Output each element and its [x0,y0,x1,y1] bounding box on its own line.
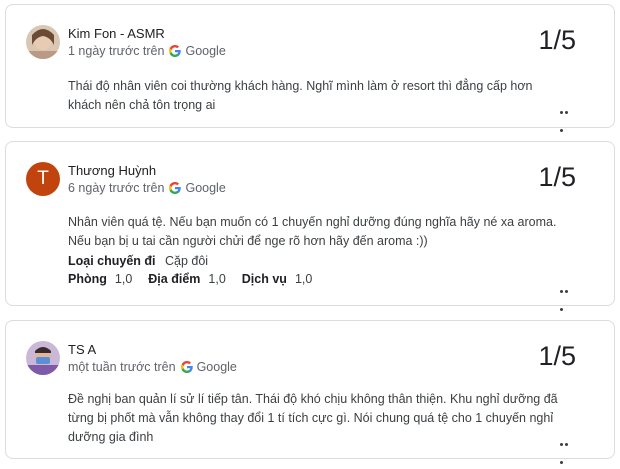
avatar[interactable] [26,25,60,59]
review-text: Thái độ nhân viên coi thường khách hàng.… [68,79,533,112]
subrating-value: 1,0 [208,272,226,286]
more-options-icon[interactable] [560,280,574,311]
review-rating: 1/5 [538,162,576,192]
subrating-room: Phòng 1,0 [68,272,132,286]
review-card: TS A một tuần trước trên Google 1/5 Đề n… [5,320,615,464]
review-card: Kim Fon - ASMR 1 ngày trước trên Google … [5,4,615,132]
review-time: một tuần trước trên [68,360,176,374]
avatar[interactable] [26,341,60,375]
author-name[interactable]: TS A [68,342,96,357]
google-g-icon [169,182,182,194]
review-time: 1 ngày trước trên [68,44,165,58]
more-options-icon[interactable] [560,433,574,464]
subrating-label: Dịch vụ [241,272,287,286]
review-source: Google [185,44,226,58]
trip-type-value: Cặp đôi [165,254,209,268]
review-meta: 1 ngày trước trên Google [68,44,226,58]
review-source: Google [185,181,226,195]
trip-type: Loại chuyến đi Cặp đôi [68,254,208,268]
subrating-location: Địa điểm 1,0 [148,272,226,286]
review-text: Nhân viên quá tệ. Nếu bạn muốn có 1 chuy… [68,215,557,248]
more-options-icon[interactable] [560,101,574,132]
subrating-label: Địa điểm [148,272,201,286]
google-g-icon [169,45,182,57]
review-card: T Thương Huỳnh 6 ngày trước trên Google … [5,141,615,311]
review-meta: một tuần trước trên Google [68,360,237,374]
review-rating: 1/5 [538,25,576,55]
subratings: Phòng 1,0 Địa điểm 1,0 Dịch vụ 1,0 [68,272,328,286]
avatar[interactable]: T [26,162,60,196]
review-text: Đề nghị ban quản lí sử lí tiếp tân. Thái… [68,392,558,444]
subrating-service: Dịch vụ 1,0 [242,272,313,286]
google-g-icon [180,361,193,373]
author-name[interactable]: Kim Fon - ASMR [68,26,165,41]
review-meta: 6 ngày trước trên Google [68,181,226,195]
subrating-label: Phòng [68,272,107,286]
subrating-value: 1,0 [114,272,133,286]
review-time: 6 ngày trước trên [68,181,165,195]
trip-type-label: Loại chuyến đi [68,254,156,268]
review-source: Google [196,360,237,374]
review-rating: 1/5 [538,341,576,371]
author-name[interactable]: Thương Huỳnh [68,163,156,178]
subrating-value: 1,0 [294,272,313,286]
